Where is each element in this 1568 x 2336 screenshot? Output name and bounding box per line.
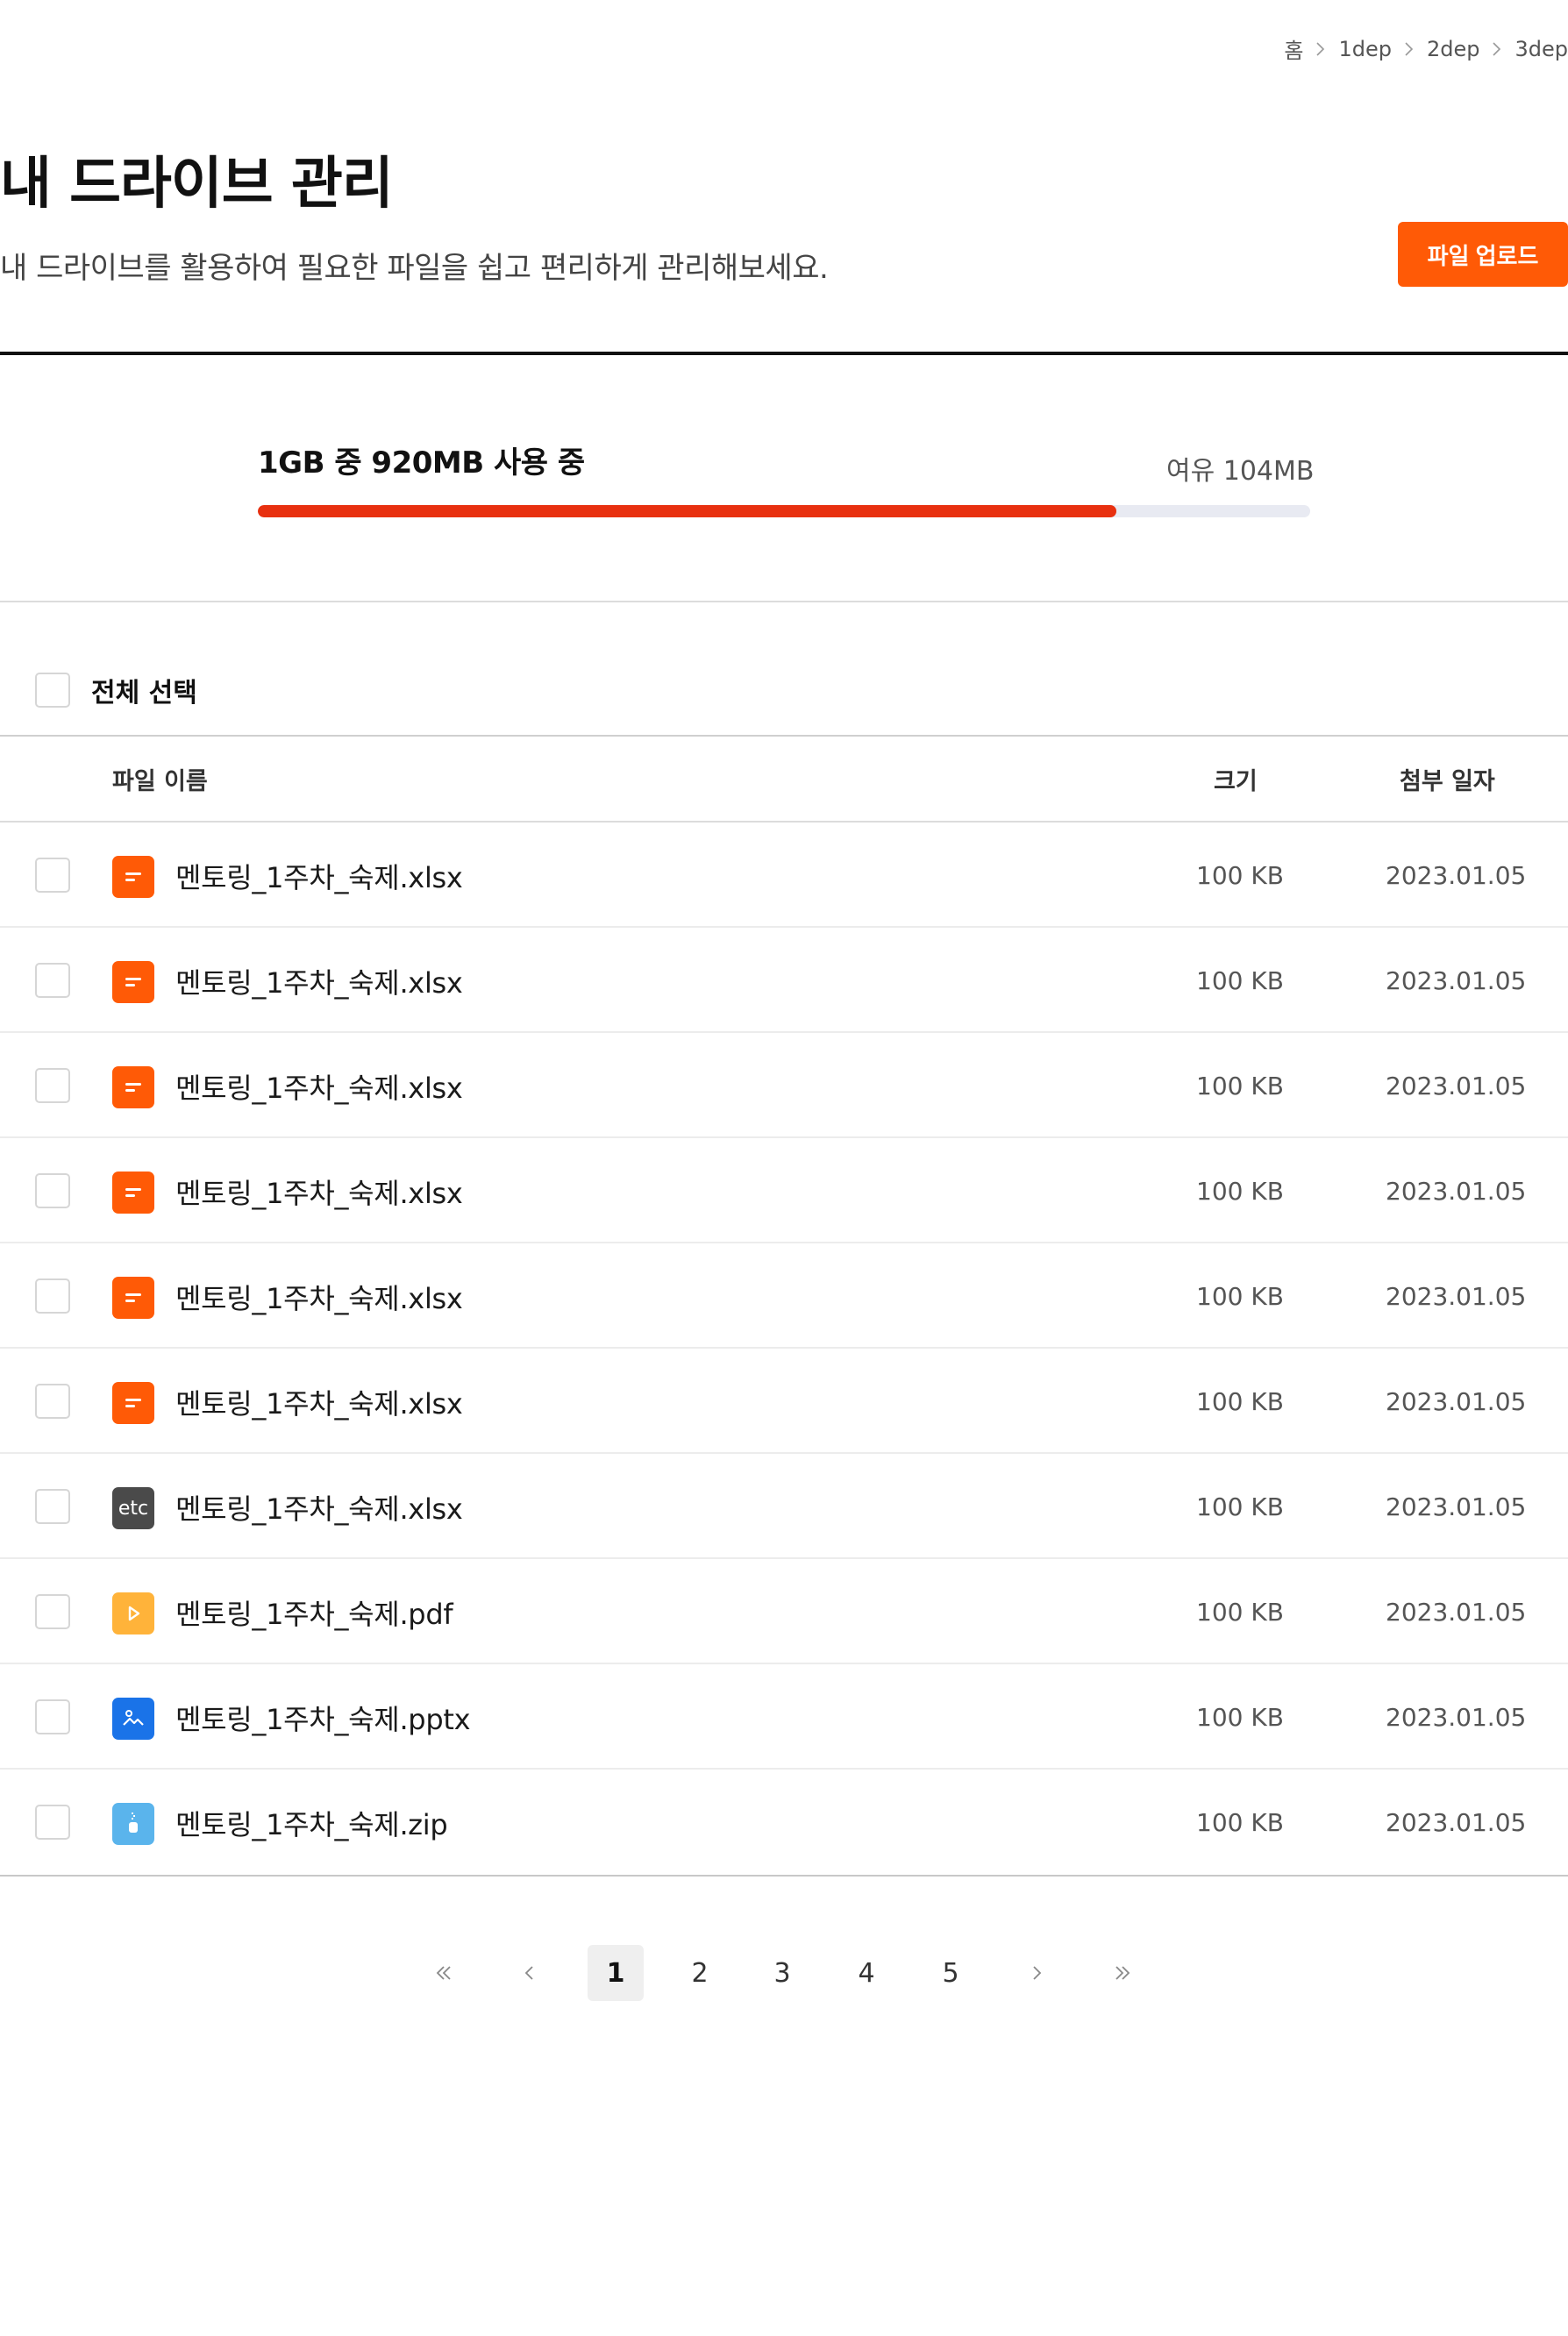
table-row[interactable]: etc 멘토링_1주차_숙제.xlsx 100 KB 2023.01.05: [0, 1454, 1568, 1559]
table-row[interactable]: 멘토링_1주차_숙제.xlsx 100 KB 2023.01.05: [0, 1243, 1568, 1349]
file-date: 2023.01.05: [1386, 1387, 1527, 1416]
file-size: 100 KB: [1196, 1177, 1284, 1206]
table-body: 멘토링_1주차_숙제.xlsx 100 KB 2023.01.05 멘토링_1주차_숙…: [0, 823, 1568, 1875]
row-checkbox[interactable]: [35, 963, 70, 998]
image-icon: [112, 1698, 154, 1740]
file-date: 2023.01.05: [1386, 861, 1527, 890]
file-size: 100 KB: [1196, 1598, 1284, 1627]
table-row[interactable]: 멘토링_1주차_숙제.zip 100 KB 2023.01.05: [0, 1770, 1568, 1875]
breadcrumb: 홈 1dep 2dep 3dep: [1284, 33, 1568, 64]
page-title: 내 드라이브 관리: [0, 152, 394, 217]
select-all-label: 전체 선택: [91, 678, 197, 709]
file-name[interactable]: 멘토링_1주차_숙제.xlsx: [175, 1382, 463, 1422]
column-header-name: 파일 이름: [112, 767, 208, 795]
storage-progress-bar: [258, 505, 1310, 517]
file-name[interactable]: 멘토링_1주차_숙제.xlsx: [175, 1066, 463, 1107]
chevron-right-icon: [1303, 40, 1338, 58]
breadcrumb-home[interactable]: 홈: [1284, 33, 1303, 64]
file-upload-button[interactable]: 파일 업로드: [1398, 222, 1568, 287]
file-size: 100 KB: [1196, 1387, 1284, 1416]
file-name[interactable]: 멘토링_1주차_숙제.xlsx: [175, 1487, 463, 1528]
breadcrumb-2dep[interactable]: 2dep: [1427, 37, 1480, 61]
play-icon: [112, 1592, 154, 1634]
row-checkbox[interactable]: [35, 1489, 70, 1524]
section-divider: [0, 601, 1568, 602]
table-row[interactable]: 멘토링_1주차_숙제.xlsx 100 KB 2023.01.05: [0, 928, 1568, 1033]
zip-icon: [112, 1803, 154, 1845]
table-row[interactable]: 멘토링_1주차_숙제.xlsx 100 KB 2023.01.05: [0, 1138, 1568, 1243]
prev-page-icon[interactable]: [502, 1945, 558, 2001]
document-icon: [112, 1066, 154, 1108]
column-header-size: 크기: [1214, 767, 1258, 795]
file-size: 100 KB: [1196, 966, 1284, 995]
row-checkbox[interactable]: [35, 858, 70, 893]
chevron-right-icon: [1479, 40, 1515, 58]
file-size: 100 KB: [1196, 861, 1284, 890]
document-icon: [112, 856, 154, 898]
file-date: 2023.01.05: [1386, 1598, 1527, 1627]
row-checkbox[interactable]: [35, 1384, 70, 1419]
etc-icon-label: etc: [118, 1497, 149, 1520]
file-name[interactable]: 멘토링_1주차_숙제.zip: [175, 1803, 448, 1843]
breadcrumb-3dep[interactable]: 3dep: [1515, 37, 1568, 61]
row-checkbox[interactable]: [35, 1173, 70, 1208]
file-date: 2023.01.05: [1386, 1808, 1527, 1837]
page-1[interactable]: 1: [588, 1945, 644, 2001]
select-all[interactable]: 전체 선택: [35, 671, 197, 709]
storage-usage-label: 1GB 중 920MB 사용 중: [258, 445, 585, 481]
page-3[interactable]: 3: [754, 1945, 810, 2001]
select-all-checkbox[interactable]: [35, 673, 70, 708]
page-2[interactable]: 2: [672, 1945, 728, 2001]
table-row[interactable]: 멘토링_1주차_숙제.pdf 100 KB 2023.01.05: [0, 1559, 1568, 1664]
file-name[interactable]: 멘토링_1주차_숙제.pptx: [175, 1698, 471, 1738]
page-4[interactable]: 4: [838, 1945, 894, 2001]
file-date: 2023.01.05: [1386, 966, 1527, 995]
breadcrumb-1dep[interactable]: 1dep: [1338, 37, 1392, 61]
document-icon: [112, 1382, 154, 1424]
file-date: 2023.01.05: [1386, 1703, 1527, 1732]
row-checkbox[interactable]: [35, 1699, 70, 1734]
storage-free-label: 여유 104MB: [1166, 456, 1315, 487]
file-date: 2023.01.05: [1386, 1282, 1527, 1311]
chevron-right-icon: [1392, 40, 1427, 58]
row-checkbox[interactable]: [35, 1278, 70, 1314]
table-row[interactable]: 멘토링_1주차_숙제.xlsx 100 KB 2023.01.05: [0, 1033, 1568, 1138]
document-icon: [112, 1277, 154, 1319]
etc-file-icon: etc: [112, 1487, 154, 1529]
file-date: 2023.01.05: [1386, 1072, 1527, 1100]
document-icon: [112, 961, 154, 1003]
file-name[interactable]: 멘토링_1주차_숙제.xlsx: [175, 1277, 463, 1317]
file-name[interactable]: 멘토링_1주차_숙제.xlsx: [175, 961, 463, 1001]
storage-progress-fill: [258, 505, 1117, 517]
document-icon: [112, 1172, 154, 1214]
pagination: 1 2 3 4 5: [0, 1945, 1568, 2001]
file-size: 100 KB: [1196, 1282, 1284, 1311]
file-name[interactable]: 멘토링_1주차_숙제.pdf: [175, 1592, 453, 1633]
row-checkbox[interactable]: [35, 1068, 70, 1103]
page-5[interactable]: 5: [923, 1945, 979, 2001]
file-name[interactable]: 멘토링_1주차_숙제.xlsx: [175, 856, 463, 896]
next-page-icon[interactable]: [1009, 1945, 1065, 2001]
file-table: 파일 이름 크기 첨부 일자 멘토링_1주차_숙제.xlsx 100 KB 2023…: [0, 735, 1568, 1877]
table-row[interactable]: 멘토링_1주차_숙제.xlsx 100 KB 2023.01.05: [0, 823, 1568, 928]
last-page-icon[interactable]: [1094, 1945, 1151, 2001]
file-size: 100 KB: [1196, 1072, 1284, 1100]
page-description: 내 드라이브를 활용하여 필요한 파일을 쉽고 편리하게 관리해보세요.: [0, 251, 829, 286]
column-header-date: 첨부 일자: [1400, 767, 1495, 795]
file-name[interactable]: 멘토링_1주차_숙제.xlsx: [175, 1172, 463, 1212]
first-page-icon[interactable]: [416, 1945, 472, 2001]
file-date: 2023.01.05: [1386, 1492, 1527, 1521]
table-row[interactable]: 멘토링_1주차_숙제.xlsx 100 KB 2023.01.05: [0, 1349, 1568, 1454]
row-checkbox[interactable]: [35, 1594, 70, 1629]
file-size: 100 KB: [1196, 1492, 1284, 1521]
file-size: 100 KB: [1196, 1808, 1284, 1837]
row-checkbox[interactable]: [35, 1805, 70, 1840]
table-header: 파일 이름 크기 첨부 일자: [0, 737, 1568, 823]
file-date: 2023.01.05: [1386, 1177, 1527, 1206]
header-divider: [0, 352, 1568, 355]
table-row[interactable]: 멘토링_1주차_숙제.pptx 100 KB 2023.01.05: [0, 1664, 1568, 1770]
file-size: 100 KB: [1196, 1703, 1284, 1732]
